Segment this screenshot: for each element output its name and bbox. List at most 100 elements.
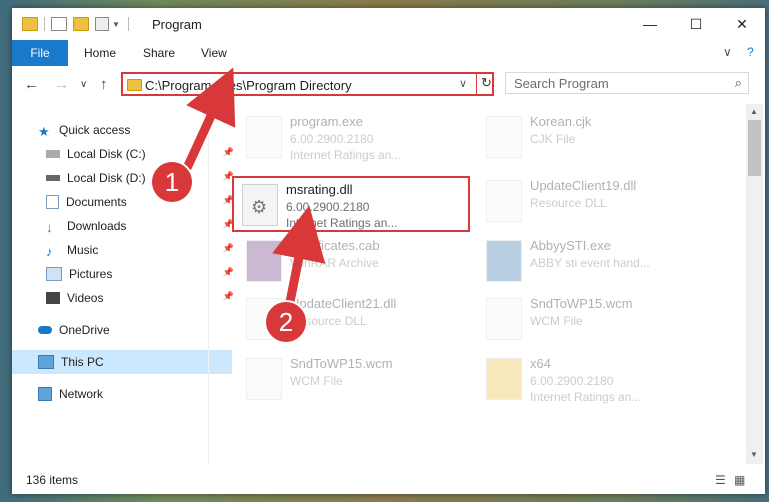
tab-share[interactable]: Share [143,40,175,66]
file-item[interactable]: UpdateClient19.dll Resource DLL [478,174,716,230]
tab-file[interactable]: File [12,40,68,66]
sidebar-item-pictures[interactable]: Pictures 📌 [12,262,240,286]
sidebar-item-local-disk-c[interactable]: Local Disk (C:) 📌 [12,142,240,166]
chevron-down-icon[interactable]: ▼ [112,20,120,29]
file-name: SndToWP15.wcm [290,356,393,371]
archive-icon [246,240,282,282]
sidebar-item-onedrive[interactable]: OneDrive [12,318,232,342]
forward-button[interactable]: → [54,76,69,93]
recent-locations-button[interactable]: ∨ [80,79,87,90]
sidebar-item-music[interactable]: ♪ Music 📌 [12,238,240,262]
file-item-msrating-dll[interactable]: ⚙ msrating.dll 6.00.2900.2180 Internet R… [232,176,470,232]
back-button[interactable]: ← [24,76,39,93]
sidebar-item-label: Videos [67,291,104,305]
file-type: WinRAR Archive [290,256,379,270]
maximize-button[interactable]: ☐ [673,8,719,40]
tab-home[interactable]: Home [84,40,116,66]
sidebar-item-label: Local Disk (D:) [67,171,146,185]
divider [476,74,477,94]
scroll-thumb[interactable] [748,120,761,176]
sidebar-item-videos[interactable]: Videos 📌 [12,286,240,310]
search-placeholder: Search Program [514,76,609,91]
star-icon: ★ [38,124,50,139]
address-bar[interactable]: C:\Program Files\Program Directory ∨ ↻ [121,72,494,96]
file-icon [486,298,522,340]
file-icon [246,116,282,158]
sidebar-item-label: OneDrive [59,323,110,337]
file-item[interactable]: SndToWP15.wcm WCM File [238,352,476,408]
properties-icon[interactable] [51,17,67,31]
file-icon [246,358,282,400]
file-item[interactable]: Certificates.cab WinRAR Archive [238,234,476,290]
file-item[interactable]: program.exe 6.00.2900.2180 Internet Rati… [238,110,476,166]
sidebar-item-label: Quick access [59,123,131,137]
explorer-window: ▼ Program — ☐ ✕ File Home Share View ∨ ?… [12,8,765,494]
close-button[interactable]: ✕ [719,8,765,40]
customize-toolbar-icon[interactable] [95,17,109,31]
scroll-up-icon[interactable]: ▲ [750,107,758,116]
up-button[interactable]: ↑ [100,76,108,93]
sidebar-item-local-disk-d[interactable]: Local Disk (D:) 📌 [12,166,240,190]
file-version: 6.00.2900.2180 [290,132,374,146]
sidebar-item-label: Pictures [69,267,113,281]
file-item[interactable]: SndToWP15.wcm WCM File [478,292,716,348]
quick-access-toolbar: ▼ [22,17,129,31]
sidebar-item-downloads[interactable]: ↓ Downloads 📌 [12,214,240,238]
file-list: program.exe 6.00.2900.2180 Internet Rati… [212,104,742,464]
ribbon-tabs: File Home Share View ∨ ? [12,40,765,67]
file-description: Internet Ratings an... [286,216,398,230]
scroll-down-icon[interactable]: ▼ [750,450,758,459]
callout-badge-1: 1 [150,160,194,204]
expand-ribbon-icon[interactable]: ∨ [723,45,732,59]
large-icons-view-icon[interactable]: ▦ [734,473,745,487]
sidebar-item-documents[interactable]: Documents 📌 [12,190,240,214]
folder-icon [22,17,38,31]
new-folder-icon[interactable] [73,17,89,31]
folder-icon [127,79,142,91]
file-item[interactable]: Korean.cjk CJK File [478,110,716,166]
title-bar: ▼ Program — ☐ ✕ [12,8,765,40]
address-path[interactable]: C:\Program Files\Program Directory [145,78,352,93]
file-name: x64 [530,356,551,371]
sidebar-item-network[interactable]: Network [12,382,232,406]
file-item[interactable]: x64 6.00.2900.2180 Internet Ratings an..… [478,352,716,408]
refresh-button[interactable]: ↻ [481,75,492,91]
sidebar-item-label: Music [67,243,99,257]
downloads-icon: ↓ [46,220,53,235]
videos-icon [46,292,60,304]
address-dropdown-icon[interactable]: ∨ [459,77,467,90]
file-name: msrating.dll [286,182,353,197]
file-description: ABBY sti event hand... [530,256,650,270]
sidebar-item-label: Documents [66,195,127,209]
window-title: Program [152,17,202,32]
file-name: Korean.cjk [530,114,592,129]
music-icon: ♪ [46,244,53,259]
help-icon[interactable]: ? [747,45,754,59]
tab-view[interactable]: View [201,40,227,66]
divider [127,17,129,31]
file-type: CJK File [530,132,576,146]
item-count: 136 items [26,473,79,487]
drive-icon [46,175,60,181]
sidebar-item-label: Network [59,387,104,401]
search-input[interactable]: Search Program ⌕ [505,72,749,94]
file-description: Internet Ratings an... [290,148,402,162]
file-name: SndToWP15.wcm [530,296,633,311]
search-icon[interactable]: ⌕ [735,75,742,91]
divider [208,104,209,464]
file-item[interactable]: AbbyySTI.exe ABBY sti event hand... [478,234,716,290]
file-name: program.exe [290,114,363,129]
sidebar-item-quick-access[interactable]: ★ Quick access [12,118,232,142]
pc-icon [38,355,54,369]
file-name: UpdateClient19.dll [530,178,637,193]
sidebar-item-label: Local Disk (C:) [67,147,146,161]
vertical-scrollbar[interactable]: ▲ ▼ [746,104,763,464]
pictures-icon [46,267,62,281]
details-view-icon[interactable]: ☰ [715,473,726,487]
minimize-button[interactable]: — [627,8,673,40]
file-type: WCM File [530,314,583,328]
sidebar-item-this-pc[interactable]: This PC [12,350,232,374]
network-icon [38,387,52,401]
file-name: Certificates.cab [290,238,380,253]
file-icon [486,116,522,158]
